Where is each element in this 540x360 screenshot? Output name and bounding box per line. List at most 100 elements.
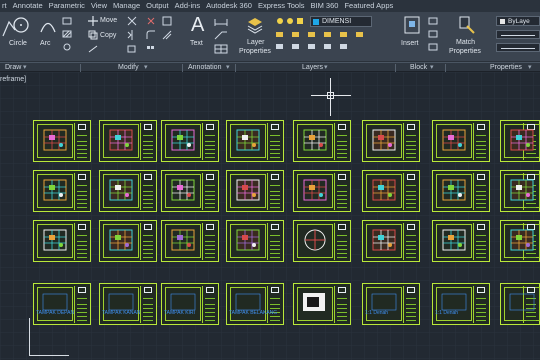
layer-properties-button[interactable]: Layer Properties [238, 14, 272, 58]
menu-view[interactable]: View [91, 0, 113, 12]
text-button[interactable]: A Text [188, 14, 210, 52]
drawing-sheet-frame[interactable] [99, 120, 157, 162]
move-icon[interactable] [88, 16, 98, 26]
drawing-sheet-frame[interactable]: TAMPAK BELAKANG [226, 283, 284, 325]
menu-annotate[interactable]: Annotate [13, 0, 49, 12]
drawing-sheet-frame[interactable]: TAMPAK KANAN [99, 283, 157, 325]
arc-button[interactable]: Arc [38, 14, 58, 52]
drawing-sheet-frame[interactable] [362, 170, 420, 212]
drawing-sheet-frame[interactable]: TAMPAK KIRI [161, 283, 219, 325]
layer-dropdown[interactable]: DIMENSI [310, 16, 372, 27]
stretch-icon[interactable] [88, 45, 98, 53]
menu-parametric[interactable]: Parametric [49, 0, 91, 12]
menu-autodesk-360[interactable]: Autodesk 360 [206, 0, 258, 12]
title-block-line [406, 191, 416, 192]
drawing-sheet-frame[interactable] [293, 283, 351, 325]
match-properties-icon [459, 16, 475, 34]
panel-properties[interactable]: Properties [490, 63, 522, 72]
drawing-sheet-frame[interactable] [432, 220, 490, 262]
scale-icon[interactable] [127, 45, 137, 53]
array-icon[interactable] [146, 45, 156, 53]
drawing-sheet-frame[interactable] [161, 220, 219, 262]
title-block-line [143, 157, 153, 158]
copy-label[interactable]: Copy [100, 32, 116, 39]
drawing-sheet-frame[interactable]: TAMPAK DEPAN [33, 283, 91, 325]
title-block-line [270, 145, 280, 146]
lineweight-dropdown[interactable] [496, 43, 540, 52]
circle-button[interactable]: Circle [8, 14, 34, 52]
title-block-line [526, 316, 536, 317]
mirror-icon[interactable] [127, 30, 137, 40]
fillet-icon[interactable] [146, 30, 156, 40]
menu-manage[interactable]: Manage [113, 0, 146, 12]
sheet-title-label: 1:1 Denah [435, 310, 459, 316]
drawing-sheet-frame[interactable] [161, 170, 219, 212]
drawing-sheet-frame[interactable] [293, 220, 351, 262]
title-block-line [205, 304, 215, 305]
trim-icon[interactable] [127, 16, 137, 26]
drawing-sheet-frame[interactable] [432, 120, 490, 162]
title-block-line [476, 207, 486, 208]
drawing-sheet-frame[interactable] [99, 170, 157, 212]
drawing-sheet-frame[interactable]: 1:1 Denah [362, 283, 420, 325]
panel-properties-expand-icon[interactable]: ▾ [528, 63, 532, 72]
panel-layers[interactable]: Layers [302, 63, 323, 72]
drawing-sheet-frame[interactable] [500, 283, 540, 325]
menu-add-ins[interactable]: Add-ins [175, 0, 206, 12]
match-properties-button[interactable]: Match Properties [448, 14, 486, 58]
drawing-sheet-frame[interactable] [293, 170, 351, 212]
drawing-sheet-frame[interactable] [226, 170, 284, 212]
drawing-sheet-frame[interactable] [226, 220, 284, 262]
rectangle-icon[interactable] [62, 17, 72, 25]
layer-state-icons[interactable] [276, 17, 308, 25]
linetype-dropdown[interactable] [496, 30, 540, 39]
menu-bim-360[interactable]: BIM 360 [311, 0, 345, 12]
explode-icon[interactable] [162, 16, 172, 26]
drawing-sheet-frame[interactable] [500, 170, 540, 212]
drawing-sheet-frame[interactable] [500, 120, 540, 162]
panel-block-expand-icon[interactable]: ▾ [430, 63, 434, 72]
drawing-sheet-frame[interactable]: 1:1 Denah [432, 283, 490, 325]
drawing-sheet-frame[interactable] [33, 120, 91, 162]
block-tools-icons[interactable] [428, 17, 438, 53]
offset-icon[interactable] [162, 30, 172, 40]
panel-draw-expand-icon[interactable]: ▾ [23, 63, 27, 72]
drawing-sheet-frame[interactable] [362, 220, 420, 262]
gradient-icon[interactable] [62, 43, 72, 51]
panel-modify-expand-icon[interactable]: ▾ [144, 63, 148, 72]
menu-insert-partial[interactable]: rt [2, 0, 13, 12]
drawing-sheet-frame[interactable] [33, 170, 91, 212]
drawing-sheet-frame[interactable] [161, 120, 219, 162]
drawing-sheet-frame[interactable] [500, 220, 540, 262]
panel-modify[interactable]: Modify [118, 63, 139, 72]
panel-annotation-expand-icon[interactable]: ▾ [226, 63, 230, 72]
hatch-icon[interactable] [62, 30, 72, 38]
menu-featured-apps[interactable]: Featured Apps [344, 0, 399, 12]
copy-icon[interactable] [88, 30, 98, 40]
menu-output[interactable]: Output [146, 0, 175, 12]
drawing-sheet-frame[interactable] [33, 220, 91, 262]
panel-layers-expand-icon[interactable]: ▾ [324, 63, 328, 72]
menu-express-tools[interactable]: Express Tools [258, 0, 311, 12]
table-icon[interactable] [214, 44, 228, 54]
erase-icon[interactable] [146, 16, 156, 26]
drawing-sheet-frame[interactable] [293, 120, 351, 162]
viewport-style-label[interactable]: reframe] [0, 76, 26, 83]
panel-draw[interactable]: Draw [5, 63, 21, 72]
insert-button[interactable]: Insert [400, 14, 424, 52]
color-dropdown[interactable]: ByLaye [496, 16, 540, 26]
dimension-icon[interactable] [214, 16, 228, 26]
drawing-sheet-frame[interactable] [432, 170, 490, 212]
leader-icon[interactable] [214, 30, 228, 40]
drawing-sheet-frame[interactable] [99, 220, 157, 262]
sheet-plan-drawing [171, 179, 195, 201]
layer-tools-icons[interactable] [276, 30, 372, 54]
panel-block[interactable]: Block [410, 63, 427, 72]
drawing-sheet-frame[interactable] [362, 120, 420, 162]
drawing-sheet-frame[interactable] [226, 120, 284, 162]
move-label[interactable]: Move [100, 17, 117, 24]
panel-annotation[interactable]: Annotation [188, 63, 221, 72]
title-block-line [476, 308, 486, 309]
title-block-line [337, 235, 347, 236]
title-block-line [476, 245, 486, 246]
